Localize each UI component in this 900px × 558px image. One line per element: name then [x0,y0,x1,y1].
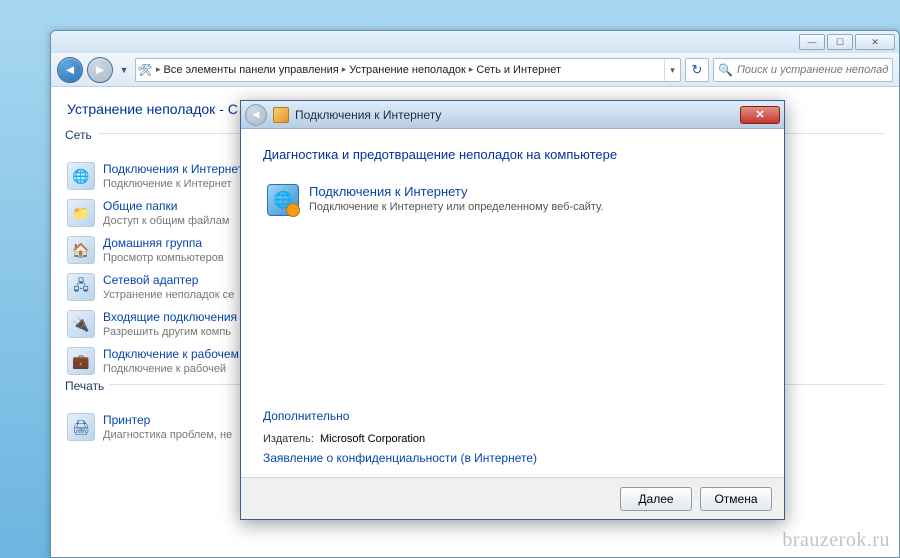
privacy-link[interactable]: Заявление о конфиденциальности (в Интерн… [263,451,762,465]
wizard-heading: Диагностика и предотвращение неполадок н… [263,147,762,162]
search-input[interactable] [737,64,888,76]
close-button[interactable]: ✕ [855,34,895,50]
printer-icon: 🖨 [67,413,95,441]
address-icon: 🛠 [136,63,154,77]
refresh-button[interactable]: ↻ [685,58,709,82]
wizard-footer: Далее Отмена [241,477,784,519]
maximize-button[interactable]: ☐ [827,34,853,50]
publisher-line: Издатель: Microsoft Corporation [263,433,762,445]
explorer-titlebar: — ☐ ✕ [51,31,899,53]
option-subtitle: Подключение к Интернету или определенном… [309,200,603,214]
address-bar[interactable]: 🛠 ▸ Все элементы панели управления ▸ Уст… [135,58,681,82]
navbar: ◄ ► ▼ 🛠 ▸ Все элементы панели управления… [51,53,899,87]
search-icon: 🔍 [718,63,733,77]
minimize-button[interactable]: — [799,34,825,50]
breadcrumb-level1[interactable]: Устранение неполадок [348,64,467,76]
wizard-body: Диагностика и предотвращение неполадок н… [241,129,784,477]
wizard-icon [273,107,289,123]
internet-icon: 🌐 [67,162,95,190]
breadcrumb-level2[interactable]: Сеть и Интернет [475,64,562,76]
homegroup-icon: 🏠 [67,236,95,264]
address-dropdown[interactable]: ▾ [664,59,680,81]
wizard-dialog: ◄ Подключения к Интернету ✕ Диагностика … [240,100,785,520]
breadcrumb-root[interactable]: Все элементы панели управления [163,64,340,76]
option-title: Подключения к Интернету [309,184,603,200]
search-box[interactable]: 🔍 [713,58,893,82]
back-button[interactable]: ◄ [57,57,83,83]
nav-history-dropdown[interactable]: ▼ [117,57,131,83]
incoming-icon: 🔌 [67,310,95,338]
forward-button[interactable]: ► [87,57,113,83]
workplace-icon: 💼 [67,347,95,375]
adapter-icon: 🖧 [67,273,95,301]
wizard-back-button[interactable]: ◄ [245,104,267,126]
wizard-title: Подключения к Интернету [295,108,734,122]
watermark: brauzerok.ru [782,529,890,552]
advanced-link[interactable]: Дополнительно [263,409,762,423]
next-button[interactable]: Далее [620,487,692,511]
cancel-button[interactable]: Отмена [700,487,772,511]
wizard-close-button[interactable]: ✕ [740,106,780,124]
wizard-option-internet[interactable]: 🌐 Подключения к Интернету Подключение к … [263,180,762,220]
folder-icon: 📁 [67,199,95,227]
wizard-titlebar: ◄ Подключения к Интернету ✕ [241,101,784,129]
globe-icon: 🌐 [267,184,299,216]
